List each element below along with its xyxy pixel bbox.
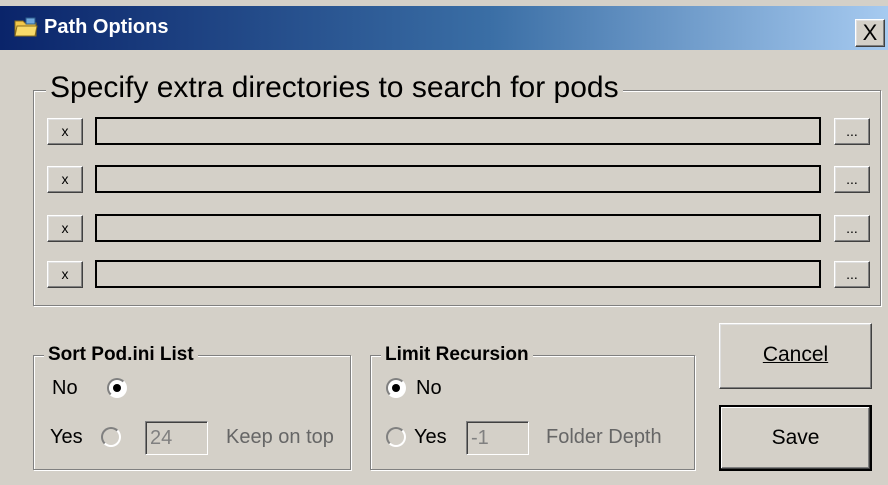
recursion-no-radio[interactable] xyxy=(386,378,406,398)
radio-selected-dot xyxy=(392,384,400,392)
sort-group-legend: Sort Pod.ini List xyxy=(44,343,198,367)
remove-path-button[interactable]: x xyxy=(47,118,83,145)
keep-on-top-label: Keep on top xyxy=(226,426,334,448)
save-button-label: Save xyxy=(771,426,820,449)
folder-icon xyxy=(14,17,38,37)
radio-selected-dot xyxy=(113,384,121,392)
close-button[interactable]: X xyxy=(855,19,885,47)
sort-no-radio[interactable] xyxy=(107,378,127,398)
remove-path-button[interactable]: x xyxy=(47,261,83,288)
sort-yes-label: Yes xyxy=(50,426,83,448)
recursion-yes-label: Yes xyxy=(414,426,447,448)
folder-depth-field[interactable]: -1 xyxy=(466,421,529,455)
path-field[interactable] xyxy=(95,260,821,288)
browse-button[interactable]: ... xyxy=(834,118,870,145)
window-title: Path Options xyxy=(44,16,169,38)
path-field[interactable] xyxy=(95,117,821,145)
remove-path-button[interactable]: x xyxy=(47,166,83,193)
cancel-button[interactable]: Cancel xyxy=(719,323,872,389)
title-bar[interactable]: Path Options X xyxy=(0,6,888,50)
recursion-group xyxy=(370,355,695,470)
recursion-no-label: No xyxy=(416,377,442,399)
sort-no-label: No xyxy=(52,377,78,399)
recursion-yes-radio[interactable] xyxy=(386,427,406,447)
extra-directories-legend: Specify extra directories to search for … xyxy=(46,70,623,106)
browse-button[interactable]: ... xyxy=(834,261,870,288)
remove-path-button[interactable]: x xyxy=(47,215,83,242)
browse-button[interactable]: ... xyxy=(834,166,870,193)
save-button[interactable]: Save xyxy=(719,405,872,471)
path-options-dialog: Path Options X Specify extra directories… xyxy=(0,0,888,485)
folder-depth-label: Folder Depth xyxy=(546,426,662,448)
sort-yes-radio[interactable] xyxy=(101,427,121,447)
keep-on-top-field[interactable]: 24 xyxy=(145,421,208,455)
path-field[interactable] xyxy=(95,214,821,242)
browse-button[interactable]: ... xyxy=(834,215,870,242)
cancel-button-label: Cancel xyxy=(762,343,829,366)
path-field[interactable] xyxy=(95,165,821,193)
recursion-group-legend: Limit Recursion xyxy=(381,343,533,367)
